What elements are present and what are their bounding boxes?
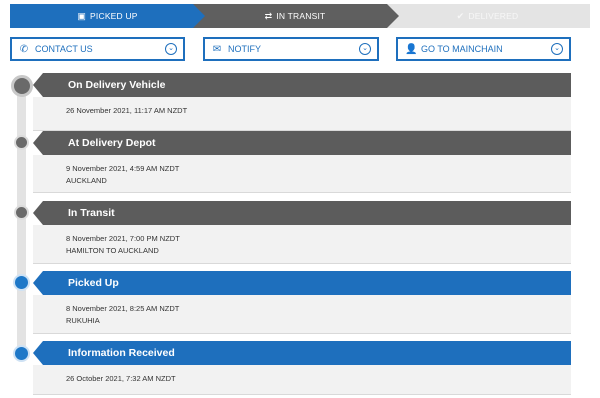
event-datetime: 8 November 2021, 7:00 PM NZDT [66,234,180,243]
button-label: NOTIFY [228,44,261,54]
phone-icon: ✆ [19,43,29,55]
check-icon: ✔ [456,10,465,21]
event-title: At Delivery Depot [33,131,571,155]
event-title: In Transit [33,201,571,225]
event-details: 8 November 2021, 8:25 AM NZDT RUKUHIA [33,295,571,334]
step-label: In Transit [276,11,326,21]
event-title: Picked Up [33,271,571,295]
chevron-down-icon: ⌄ [165,43,177,55]
event-location: RUKUHIA [66,316,100,325]
person-icon: 👤 [405,43,418,55]
timeline-event: Picked Up 8 November 2021, 8:25 AM NZDT … [33,271,571,334]
go-to-mainchain-button[interactable]: 👤 GO TO MAINCHAIN ⌄ [396,37,571,61]
button-label: CONTACT US [35,44,93,54]
event-datetime: 8 November 2021, 8:25 AM NZDT [66,304,180,313]
chevron-down-icon: ⌄ [551,43,563,55]
shipment-progress-stepper: ▣ Picked Up ⇄ In Transit ✔ Delivered [10,4,590,28]
event-details: 26 November 2021, 11:17 AM NZDT [33,97,571,131]
step-label: Picked Up [90,11,138,21]
event-details: 8 November 2021, 7:00 PM NZDT HAMILTON t… [33,225,571,264]
notify-button[interactable]: ✉ NOTIFY ⌄ [203,37,379,61]
envelope-icon: ✉ [212,43,222,55]
step-in-transit: ⇄ In Transit [191,4,399,28]
step-delivered: ✔ Delivered [385,4,590,28]
event-datetime: 26 November 2021, 11:17 AM NZDT [66,106,188,115]
timeline-event: Information Received 26 October 2021, 7:… [33,341,571,395]
transfer-arrows-icon: ⇄ [264,10,273,21]
event-datetime: 9 November 2021, 4:59 AM NZDT [66,164,180,173]
timeline-dot-current [11,75,33,97]
timeline-dot [14,205,29,220]
timeline-rail [17,82,26,358]
timeline-dot [13,274,30,291]
timeline-event: On Delivery Vehicle 26 November 2021, 11… [33,73,571,131]
timeline-dot [14,135,29,150]
event-details: 9 November 2021, 4:59 AM NZDT AUCKLAND [33,155,571,193]
event-title: Information Received [33,341,571,365]
event-datetime: 26 October 2021, 7:32 AM NZDT [66,374,176,383]
event-location: AUCKLAND [66,176,107,185]
event-details: 26 October 2021, 7:32 AM NZDT [33,365,571,395]
contact-us-button[interactable]: ✆ CONTACT US ⌄ [10,37,185,61]
button-label: GO TO MAINCHAIN [421,44,503,54]
step-picked-up: ▣ Picked Up [10,4,205,28]
timeline-event: In Transit 8 November 2021, 7:00 PM NZDT… [33,201,571,264]
event-title: On Delivery Vehicle [33,73,571,97]
action-bar: ✆ CONTACT US ⌄ ✉ NOTIFY ⌄ 👤 GO TO MAINCH… [10,37,571,61]
event-location: HAMILTON to AUCKLAND [66,246,159,255]
step-label: Delivered [468,11,519,21]
box-icon: ▣ [77,10,87,21]
chevron-down-icon: ⌄ [359,43,371,55]
timeline-dot [13,345,30,362]
timeline-event: At Delivery Depot 9 November 2021, 4:59 … [33,131,571,193]
